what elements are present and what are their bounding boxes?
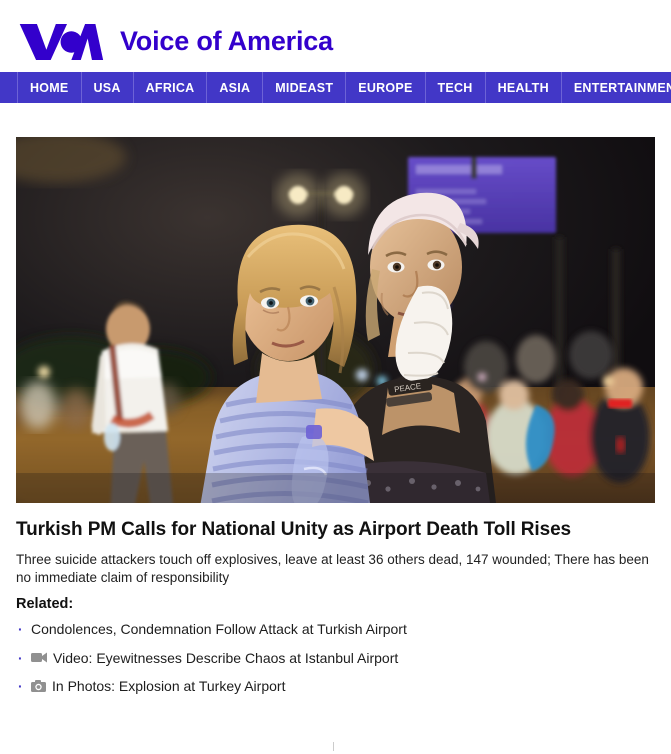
bullet-icon: · <box>18 621 23 638</box>
related-label: Related: <box>16 596 74 613</box>
related-links-list: · Condolences, Condemnation Follow Attac… <box>16 615 655 700</box>
related-link-video[interactable]: Video: Eyewitnesses Describe Chaos at Is… <box>53 648 398 668</box>
nav-item-usa[interactable]: USA <box>80 72 133 103</box>
list-item: · Condolences, Condemnation Follow Attac… <box>16 615 655 643</box>
nav-item-health[interactable]: HEALTH <box>484 72 561 103</box>
nav-item-asia[interactable]: ASIA <box>206 72 263 103</box>
site-logo-link[interactable]: Voice of America <box>18 21 333 63</box>
list-item: · Video: Eyewitnesses Describe Chaos at … <box>16 644 655 672</box>
bullet-icon: · <box>18 677 23 694</box>
article-body: PEACE Turkish PM Calls for National Unit… <box>0 137 671 700</box>
nav-item-africa[interactable]: AFRICA <box>132 72 207 103</box>
nav-item-mideast[interactable]: MIDEAST <box>262 72 346 103</box>
video-camera-icon <box>31 652 47 663</box>
nav-item-entertainment[interactable]: ENTERTAINMENT <box>560 72 671 103</box>
voa-logo-icon <box>18 21 104 63</box>
list-item: · In Photos: Explosion at Turkey Airport <box>16 672 655 700</box>
nav-item-home[interactable]: HOME <box>17 72 81 103</box>
nav-item-tech[interactable]: TECH <box>424 72 485 103</box>
related-link-photos[interactable]: In Photos: Explosion at Turkey Airport <box>52 676 285 696</box>
article-standfirst: Three suicide attackers touch off explos… <box>16 551 649 586</box>
related-link-condolences[interactable]: Condolences, Condemnation Follow Attack … <box>31 619 407 639</box>
photo-camera-icon <box>31 679 46 692</box>
article-headline: Turkish PM Calls for National Unity as A… <box>16 519 571 540</box>
site-wordmark: Voice of America <box>120 26 333 56</box>
bullet-icon: · <box>18 649 23 666</box>
main-navigation: HOME USA AFRICA ASIA MIDEAST EUROPE TECH… <box>0 72 671 103</box>
page-scroll-marker <box>333 742 334 751</box>
nav-item-europe[interactable]: EUROPE <box>345 72 425 103</box>
site-masthead: Voice of America <box>0 0 671 72</box>
hero-image[interactable]: PEACE <box>16 137 655 503</box>
